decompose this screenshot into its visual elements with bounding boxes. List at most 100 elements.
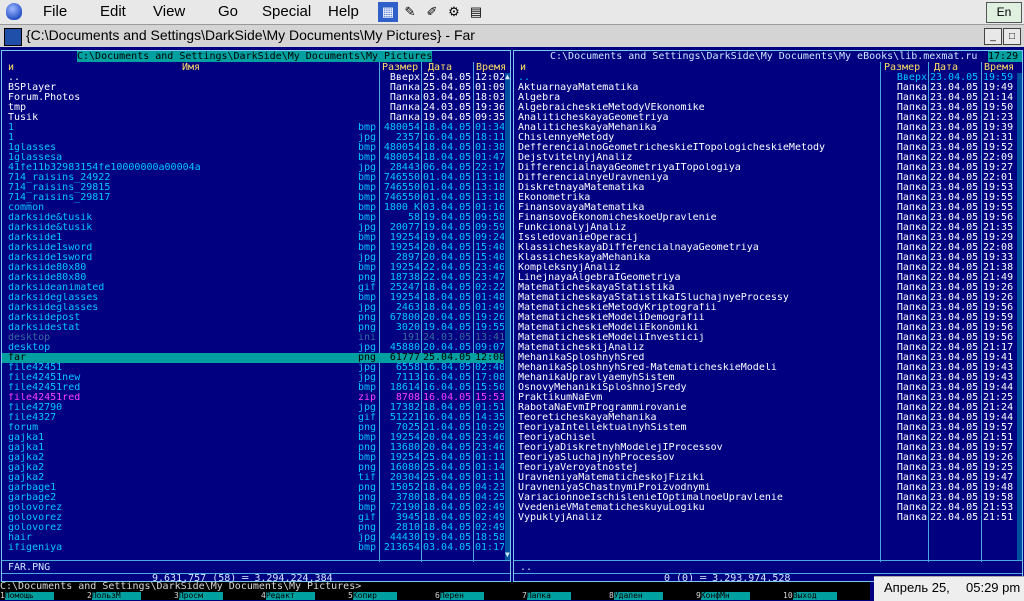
folder-row[interactable]: KlassicheskayaMehanika Папка 23.04.05 19:33: [514, 253, 1016, 263]
folder-row[interactable]: TeoriyaIntellektualnyhSistem Папка 23.04.0…: [514, 423, 1016, 433]
pencil-icon[interactable]: ✎: [400, 2, 420, 22]
folder-row[interactable]: MatematicheskijAnaliz Папка 22.04.05 21:17: [514, 343, 1016, 353]
folder-row[interactable]: MatematicheskieModeliDemografii Папка 23.0…: [514, 313, 1016, 323]
folder-row[interactable]: MehanikaUpravlyaemyhSistem Папка 23.04.05 1…: [514, 373, 1016, 383]
function-key-7[interactable]: 7Папка: [522, 592, 609, 600]
function-key-1[interactable]: 1Помощь: [0, 592, 87, 600]
file-row[interactable]: file42451red zip 8708 16.04.05 15:53: [2, 393, 504, 403]
file-row[interactable]: darkside1sword jpg 2897 20.04.05 15:40: [2, 253, 504, 263]
file-row[interactable]: 1glassesa bmp 480054 18.04.05 01:47: [2, 153, 504, 163]
file-row[interactable]: 1glasses bmp 480054 18.04.05 01:38: [2, 143, 504, 153]
function-key-3[interactable]: 3Просм: [174, 592, 261, 600]
folder-row[interactable]: TeoreticheskayaMehanika Папка 23.04.05 19:4…: [514, 413, 1016, 423]
file-row[interactable]: gajka2 tif 20304 25.04.05 01:11: [2, 473, 504, 483]
folder-row[interactable]: Ekonometrika Папка 23.04.05 19:55: [514, 193, 1016, 203]
folder-row[interactable]: DefferencialnoGeometricheskieITopologich…: [514, 143, 1016, 153]
folder-row[interactable]: KlassicheskayaDifferencialnayaGeometriya…: [514, 243, 1016, 253]
folder-row[interactable]: MatematicheskayaStatistikaISluchajnyePro…: [514, 293, 1016, 303]
folder-row[interactable]: AktuarnayaMatematika Папка 23.04.05 19:49: [514, 83, 1016, 93]
file-row[interactable]: 41fe11b32983154fe10000000a00004a jpg 28443…: [2, 163, 504, 173]
file-row[interactable]: file42451 jpg 6558 16.04.05 02:40: [2, 363, 504, 373]
file-row[interactable]: darkside1 bmp 19254 19.04.05 09:24: [2, 233, 504, 243]
file-row[interactable]: 714_raisins_29817 bmp 746550 01.04.05 13:18: [2, 193, 504, 203]
file-row[interactable]: darkside&tusik jpg 20077 19.04.05 09:59: [2, 223, 504, 233]
file-row[interactable]: Forum.Photos Папка 03.04.05 18:03: [2, 93, 504, 103]
function-key-5[interactable]: 5Копир: [348, 592, 435, 600]
minimize-icon[interactable]: _: [984, 28, 1002, 45]
function-key-2[interactable]: 2ПользМ: [87, 592, 174, 600]
folder-row[interactable]: VvedenieVMatematicheskuyuLogiku Папка 22.0…: [514, 503, 1016, 513]
folder-row[interactable]: MatematicheskieModeliInvesticij Папка 23.0…: [514, 333, 1016, 343]
folder-row[interactable]: TeoriyaSluchajnyhProcessov Папка 23.04.05 1…: [514, 453, 1016, 463]
menu-help[interactable]: Help: [328, 3, 359, 20]
file-row[interactable]: Tusik Папка 19.04.05 09:35: [2, 113, 504, 123]
language-indicator[interactable]: En: [986, 2, 1022, 23]
file-row[interactable]: file42790 jpg 17382 18.04.05 01:51: [2, 403, 504, 413]
folder-row[interactable]: VariacionnoeIschislenieIOptimalnoeUpravl…: [514, 493, 1016, 503]
menu-go[interactable]: Go: [218, 3, 238, 20]
file-row[interactable]: .. Вверх 25.04.05 12:02: [2, 73, 504, 83]
folder-row[interactable]: TeoriyaDiskretnyhModelejIProcessov Папка 2…: [514, 443, 1016, 453]
function-key-8[interactable]: 8Удален: [609, 592, 696, 600]
file-row[interactable]: golovorez gif 3945 18.04.05 02:49: [2, 513, 504, 523]
folder-row[interactable]: KompleksnyjAnaliz Папка 22.04.05 21:38: [514, 263, 1016, 273]
file-row[interactable]: gajka1 bmp 19254 20.04.05 23:46: [2, 433, 504, 443]
file-row[interactable]: darkside&tusik bmp 58 19.04.05 09:58: [2, 213, 504, 223]
left-file-panel[interactable]: C:\Documents and Settings\DarkSide\My Do…: [1, 50, 511, 582]
file-row[interactable]: tmp Папка 24.03.05 19:36: [2, 103, 504, 113]
right-file-panel[interactable]: C:\Documents and Settings\DarkSide\My Do…: [513, 50, 1023, 582]
file-row[interactable]: file4327 gif 51221 16.04.05 14:35: [2, 413, 504, 423]
file-row[interactable]: 714_raisins_24922 bmp 746550 01.04.05 13:18: [2, 173, 504, 183]
folder-row[interactable]: TeoriyaVeroyatnostej Папка 23.04.05 19:25: [514, 463, 1016, 473]
folder-row[interactable]: RabotaNaEvmIProgrammirovanie Папка 22.04.0…: [514, 403, 1016, 413]
file-row[interactable]: desktop ini 191 24.03.05 13:41: [2, 333, 504, 343]
file-row[interactable]: hair jpg 44430 19.04.05 18:58: [2, 533, 504, 543]
file-row[interactable]: golovorez png 2810 18.04.05 02:49: [2, 523, 504, 533]
folder-row[interactable]: MatematicheskieMetodyKriptografii Папка 23…: [514, 303, 1016, 313]
folder-row[interactable]: AlgebraicheskieMetodyVEkonomike Папка 23.0…: [514, 103, 1016, 113]
folder-row[interactable]: ChislennyeMetody Папка 22.04.05 21:31: [514, 133, 1016, 143]
brush-icon[interactable]: ✐: [422, 2, 442, 22]
folder-row[interactable]: MehanikaSploshnyhSred-MatematicheskieMod…: [514, 363, 1016, 373]
folder-row[interactable]: FunkcionalyjAnaliz Папка 22.04.05 21:35: [514, 223, 1016, 233]
file-row[interactable]: garbage1 png 15052 18.04.05 04:23: [2, 483, 504, 493]
folder-row[interactable]: AnaliticheskayaGeometriya Папка 22.04.05 21…: [514, 113, 1016, 123]
folder-row[interactable]: AnaliticheskayaMehanika Папка 23.04.05 19:3…: [514, 123, 1016, 133]
file-row[interactable]: darksideglasses jpg 2463 18.04.05 01:49: [2, 303, 504, 313]
apple-logo-icon[interactable]: [6, 3, 22, 20]
folder-row[interactable]: DejstvitelnyjAnaliz Папка 22.04.05 22:09: [514, 153, 1016, 163]
file-row[interactable]: golovorez bmp 72190 18.04.05 02:49: [2, 503, 504, 513]
file-row[interactable]: 1 jpg 2357 16.04.05 18:11: [2, 133, 504, 143]
file-row[interactable]: darksideglasses bmp 19254 18.04.05 01:48: [2, 293, 504, 303]
file-row[interactable]: darksidestat png 3020 19.04.05 19:55: [2, 323, 504, 333]
file-row[interactable]: ifigeniya bmp 213654 03.04.05 01:17: [2, 543, 504, 553]
function-key-10[interactable]: 10Выход: [783, 592, 870, 600]
right-scrollbar[interactable]: [1017, 73, 1022, 561]
file-row[interactable]: gajka2 png 16080 25.04.05 01:14: [2, 463, 504, 473]
command-line-input[interactable]: C:\Documents and Settings\DarkSide\My Do…: [0, 582, 870, 592]
function-key-4[interactable]: 4Редакт: [261, 592, 348, 600]
file-row[interactable]: darksideanimated gif 25247 18.04.05 02:22: [2, 283, 504, 293]
folder-row[interactable]: VypuklyjAnaliz Папка 22.04.05 21:51: [514, 513, 1016, 523]
folder-row[interactable]: Algebra Папка 23.04.05 21:14: [514, 93, 1016, 103]
folder-row[interactable]: MatematicheskayaStatistika Папка 23.04.05 1…: [514, 283, 1016, 293]
scroll-down-icon[interactable]: ▼: [505, 551, 510, 559]
far-manager-icon[interactable]: ▦: [378, 2, 398, 22]
menu-file[interactable]: File: [43, 3, 67, 20]
folder-row[interactable]: OsnovyMehanikiSploshnojSredy Папка 23.04.0…: [514, 383, 1016, 393]
word-document-icon[interactable]: ▤: [466, 2, 486, 22]
file-row[interactable]: 1 bmp 480054 18.04.05 01:34: [2, 123, 504, 133]
file-row[interactable]: far png 61777 25.04.05 12:08: [2, 353, 504, 363]
file-row[interactable]: file42451red bmp 18614 16.04.05 15:50: [2, 383, 504, 393]
folder-row[interactable]: DifferencialnyeUravneniya Папка 22.04.05 22…: [514, 173, 1016, 183]
folder-row[interactable]: DifferencialnayaGeometriyaITopologiya Пап…: [514, 163, 1016, 173]
file-row[interactable]: gajka2 bmp 19254 25.04.05 01:11: [2, 453, 504, 463]
file-row[interactable]: darkside80x80 png 18738 22.04.05 23:47: [2, 273, 504, 283]
folder-row[interactable]: MatematicheskieModeliEkonomiki Папка 23.04…: [514, 323, 1016, 333]
menu-view[interactable]: View: [153, 3, 185, 20]
menu-edit[interactable]: Edit: [100, 3, 126, 20]
file-row[interactable]: forum png 7025 21.04.05 10:29: [2, 423, 504, 433]
folder-row[interactable]: LinejnayaAlgebraIGeometriya Папка 22.04.05…: [514, 273, 1016, 283]
folder-row[interactable]: UravneniyaSChastnymiProizvodnymi Папка 23.…: [514, 483, 1016, 493]
file-row[interactable]: darksidepost png 67800 20.04.05 19:26: [2, 313, 504, 323]
